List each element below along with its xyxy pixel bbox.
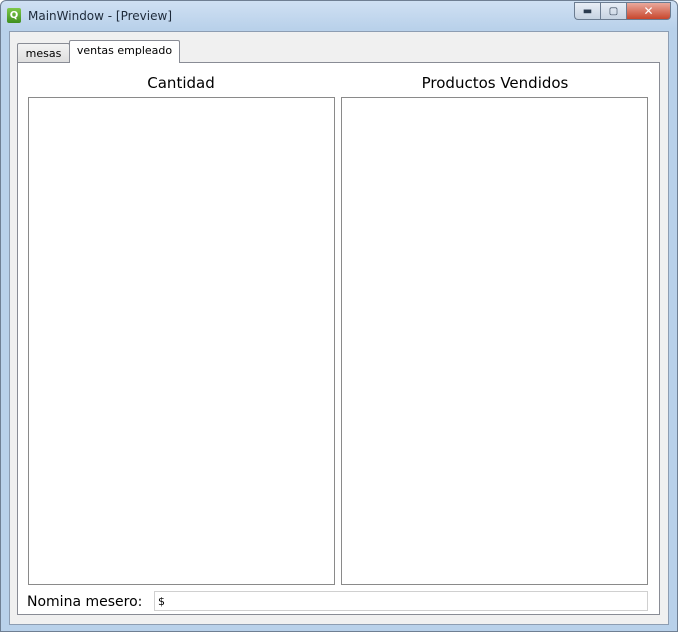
minimize-icon: ▬ [582, 5, 593, 17]
window-client-area: mesas ventas empleado Cantidad Productos… [9, 31, 669, 625]
tab-mesas[interactable]: mesas [17, 43, 70, 64]
window-title: MainWindow - [Preview] [28, 9, 172, 23]
minimize-button[interactable]: ▬ [574, 2, 600, 20]
main-window: Q MainWindow - [Preview] ▬ ▢ ✕ mesas ven… [0, 0, 678, 632]
cantidad-list[interactable] [28, 97, 335, 585]
close-button[interactable]: ✕ [626, 2, 671, 20]
title-bar[interactable]: Q MainWindow - [Preview] ▬ ▢ ✕ [1, 1, 677, 31]
app-icon: Q [7, 8, 21, 23]
maximize-icon: ▢ [608, 5, 619, 17]
close-icon: ✕ [643, 4, 654, 18]
productos-vendidos-heading: Productos Vendidos [421, 74, 569, 92]
tab-ventas-empleado[interactable]: ventas empleado [69, 40, 180, 63]
productos-vendidos-list[interactable] [341, 97, 648, 585]
nomina-mesero-input[interactable] [154, 591, 648, 611]
nomina-mesero-label: Nomina mesero: [27, 594, 143, 610]
tab-panel-ventas-empleado: Cantidad Productos Vendidos Nomina meser… [17, 62, 660, 615]
maximize-button[interactable]: ▢ [600, 2, 626, 20]
window-controls: ▬ ▢ ✕ [574, 2, 671, 21]
cantidad-heading: Cantidad [147, 74, 215, 92]
